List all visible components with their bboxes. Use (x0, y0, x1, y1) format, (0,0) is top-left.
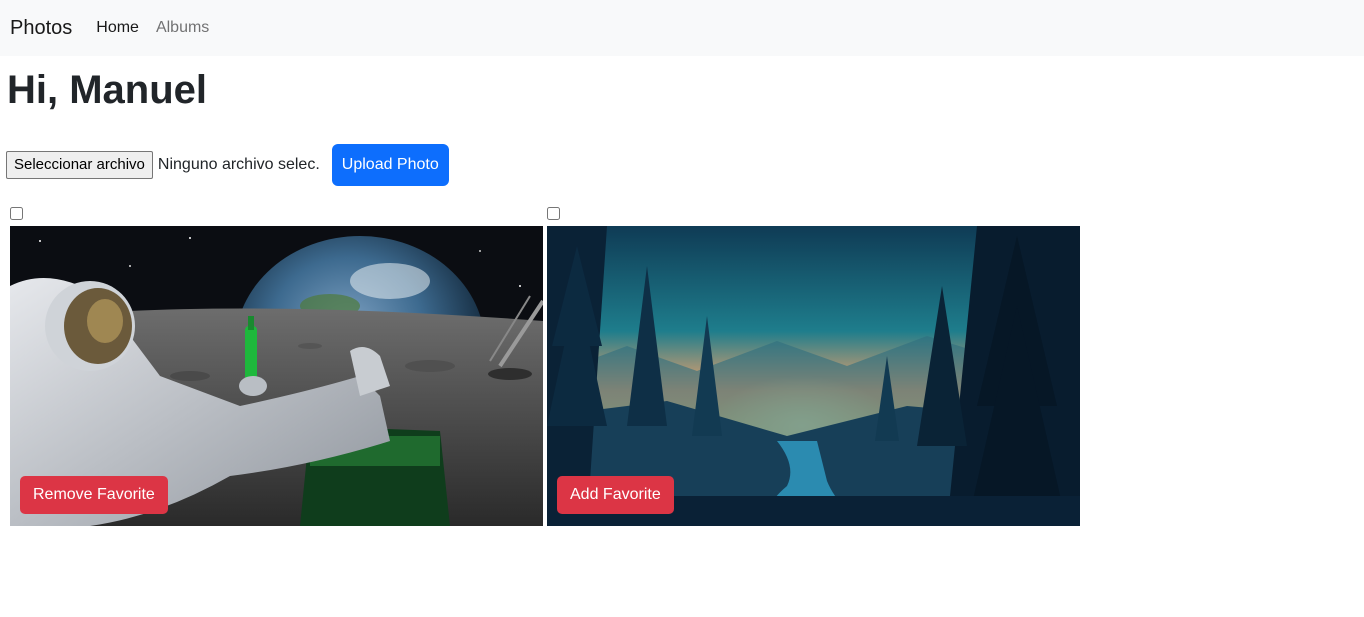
remove-favorite-button[interactable]: Remove Favorite (20, 476, 168, 514)
top-navbar: Photos Home Albums (0, 0, 1364, 56)
navbar-brand[interactable]: Photos (10, 17, 72, 40)
upload-form: Seleccionar archivo Ninguno archivo sele… (6, 144, 449, 186)
choose-file-button[interactable]: Seleccionar archivo (6, 151, 153, 179)
photo-select-checkbox[interactable] (547, 207, 560, 220)
file-status-text: Ninguno archivo selec. (157, 156, 320, 173)
upload-photo-button[interactable]: Upload Photo (331, 144, 449, 186)
greeting-heading: Hi, Manuel (7, 68, 208, 112)
add-favorite-button[interactable]: Add Favorite (557, 476, 674, 514)
nav-link-home[interactable]: Home (96, 19, 139, 37)
nav-link-albums[interactable]: Albums (156, 19, 209, 37)
photo-select-checkbox[interactable] (10, 207, 23, 220)
